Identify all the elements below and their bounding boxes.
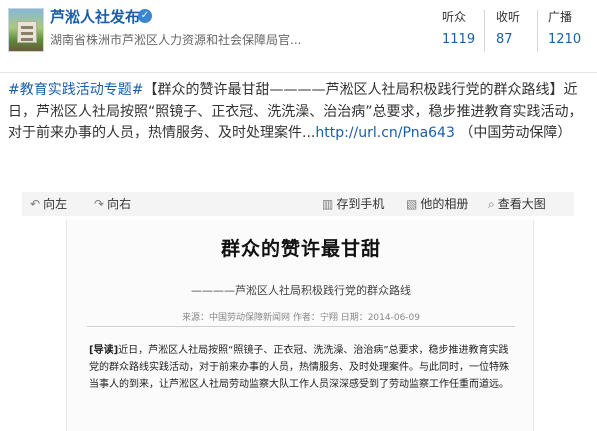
account-description: 湖南省株洲市芦淞区人力资源和社会保障局官... <box>50 33 302 47</box>
album-label: 他的相册 <box>420 197 469 211</box>
article-subtitle: ————芦淞区人社局积极践行党的群众路线 <box>191 284 411 297</box>
article-image[interactable]: 群众的赞许最甘甜 ————芦淞区人社局积极践行党的群众路线 来源：中国劳动保障新… <box>66 220 534 431</box>
account-header: 芦淞人社发布 ✓ 湖南省株洲市芦淞区人力资源和社会保障局官... 听众 1119… <box>0 0 597 62</box>
stat-broadcasts[interactable]: 广播 1210 <box>542 0 594 62</box>
magnifier-icon: ⌕ <box>488 197 495 211</box>
save-to-phone-button[interactable]: ▥ 存到手机 <box>322 192 384 216</box>
stat-label: 听众 <box>442 10 467 24</box>
stat-label: 收听 <box>496 10 521 24</box>
stat-followers[interactable]: 听众 1119 <box>434 0 494 62</box>
post-content: #教育实践活动专题#【群众的赞许最甘甜————芦淞区人社局积极践行党的群众路线】… <box>8 80 592 145</box>
album-button[interactable]: ▧ 他的相册 <box>406 192 468 216</box>
account-name[interactable]: 芦淞人社发布 <box>50 6 140 27</box>
stat-divider <box>484 10 485 52</box>
rotate-right-label: 向右 <box>107 197 132 211</box>
verified-badge-icon: ✓ <box>138 9 152 23</box>
article-divider <box>87 326 515 327</box>
phone-icon: ▥ <box>322 197 334 211</box>
post-source: （中国劳动保障） <box>459 125 572 141</box>
post-link[interactable]: http://url.cn/Pna643 <box>315 125 455 141</box>
rotate-left-button[interactable]: ↶ 向左 <box>30 192 67 216</box>
stat-value: 1119 <box>442 32 476 47</box>
image-toolbar: ↶ 向左 ↷ 向右 ▥ 存到手机 ▧ 他的相册 ⌕ 查看大图 <box>22 192 574 216</box>
save-to-phone-label: 存到手机 <box>336 197 385 211</box>
rotate-right-icon: ↷ <box>94 197 105 211</box>
avatar[interactable] <box>8 8 44 52</box>
stat-following[interactable]: 收听 87 <box>490 0 540 62</box>
stat-label: 广播 <box>548 10 573 24</box>
album-icon: ▧ <box>406 197 418 211</box>
article-body: [导读]近日，芦淞区人社局按照“照镜子、正衣冠、洗洗澡、治治病”总要求，稳步推进… <box>89 342 515 393</box>
article-body-text: 近日，芦淞区人社局按照“照镜子、正衣冠、洗洗澡、治治病”总要求，稳步推进教育实践… <box>89 345 509 390</box>
stat-value: 1210 <box>548 32 582 47</box>
article-meta: 来源：中国劳动保障新闻网 作者：宁翔 日期：2014-06-09 <box>181 313 421 323</box>
header-divider <box>0 72 597 73</box>
article-title: 群众的赞许最甘甜 <box>220 238 381 260</box>
view-large-button[interactable]: ⌕ 查看大图 <box>488 192 546 216</box>
stat-divider <box>537 10 538 52</box>
rotate-left-icon: ↶ <box>30 197 41 211</box>
rotate-right-button[interactable]: ↷ 向右 <box>94 192 131 216</box>
avatar-image <box>17 21 37 43</box>
article-lead: [导读] <box>89 345 119 356</box>
rotate-left-label: 向左 <box>43 197 68 211</box>
post-hashtag[interactable]: #教育实践活动专题# <box>8 82 143 98</box>
stat-value: 87 <box>496 32 513 47</box>
view-large-label: 查看大图 <box>497 197 546 211</box>
